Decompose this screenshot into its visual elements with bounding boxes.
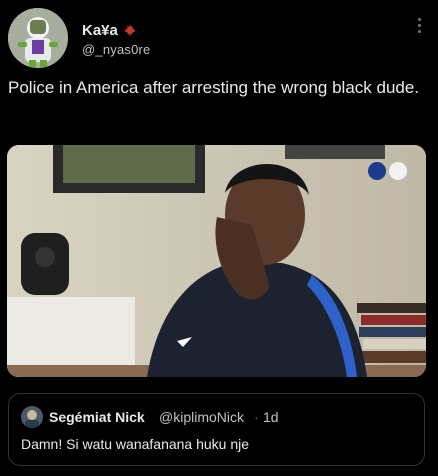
author-name: Ka¥a: [82, 22, 118, 39]
tweet-text: Police in America after arresting the wr…: [8, 78, 420, 97]
avatar-image: [8, 8, 68, 68]
quoted-tweet[interactable]: Segémiat Nick @kiplimoNick · 1d Damn! Si…: [8, 393, 425, 466]
author-name-row[interactable]: Ka¥a: [82, 22, 137, 39]
quote-author-avatar: [21, 406, 43, 428]
tweet-header: Ka¥a @_nyas0re: [0, 0, 438, 72]
media-image: [7, 145, 426, 377]
quote-author-handle: @kiplimoNick: [159, 409, 244, 425]
author-handle[interactable]: @_nyas0re: [82, 42, 150, 57]
author-avatar[interactable]: [8, 8, 68, 68]
maple-leaf-icon: [124, 24, 137, 36]
quote-avatar-image: [21, 406, 43, 428]
more-options-icon[interactable]: [418, 18, 422, 36]
tweet-media[interactable]: [7, 145, 426, 377]
quote-author-name: Segémiat Nick: [49, 409, 145, 425]
quote-text: Damn! Si watu wanafanana huku nje: [21, 436, 250, 452]
quote-separator: ·: [254, 409, 259, 425]
quote-time: 1d: [263, 409, 279, 425]
